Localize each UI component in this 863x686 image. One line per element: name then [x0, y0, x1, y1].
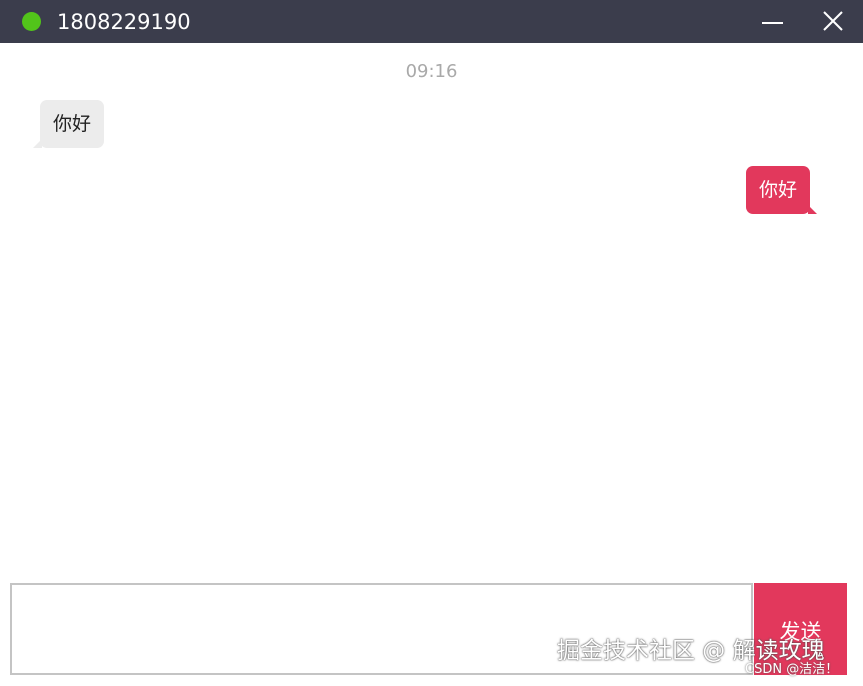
watermark-credit: CSDN @洁洁！	[745, 662, 839, 677]
chat-window: 1808229190 09:16 你好 你好 发送 掘金技术社区 @ 解读玫瑰 …	[0, 0, 863, 686]
message-list[interactable]: 09:16 你好 你好	[0, 43, 863, 573]
message-timestamp: 09:16	[405, 61, 458, 82]
contact-id-title: 1808229190	[57, 10, 191, 34]
title-bar: 1808229190	[0, 0, 863, 43]
watermark-text: 掘金技术社区 @ 解读玫瑰	[557, 638, 825, 664]
minimize-button[interactable]	[756, 6, 788, 38]
close-button[interactable]	[817, 6, 849, 38]
outgoing-message-text: 你好	[759, 179, 798, 201]
incoming-message-bubble: 你好	[32, 100, 105, 148]
outgoing-message-bubble: 你好	[746, 166, 818, 214]
close-icon	[823, 11, 843, 31]
online-status-indicator	[22, 12, 41, 31]
minimize-icon	[762, 22, 783, 24]
incoming-message-text: 你好	[53, 113, 92, 135]
